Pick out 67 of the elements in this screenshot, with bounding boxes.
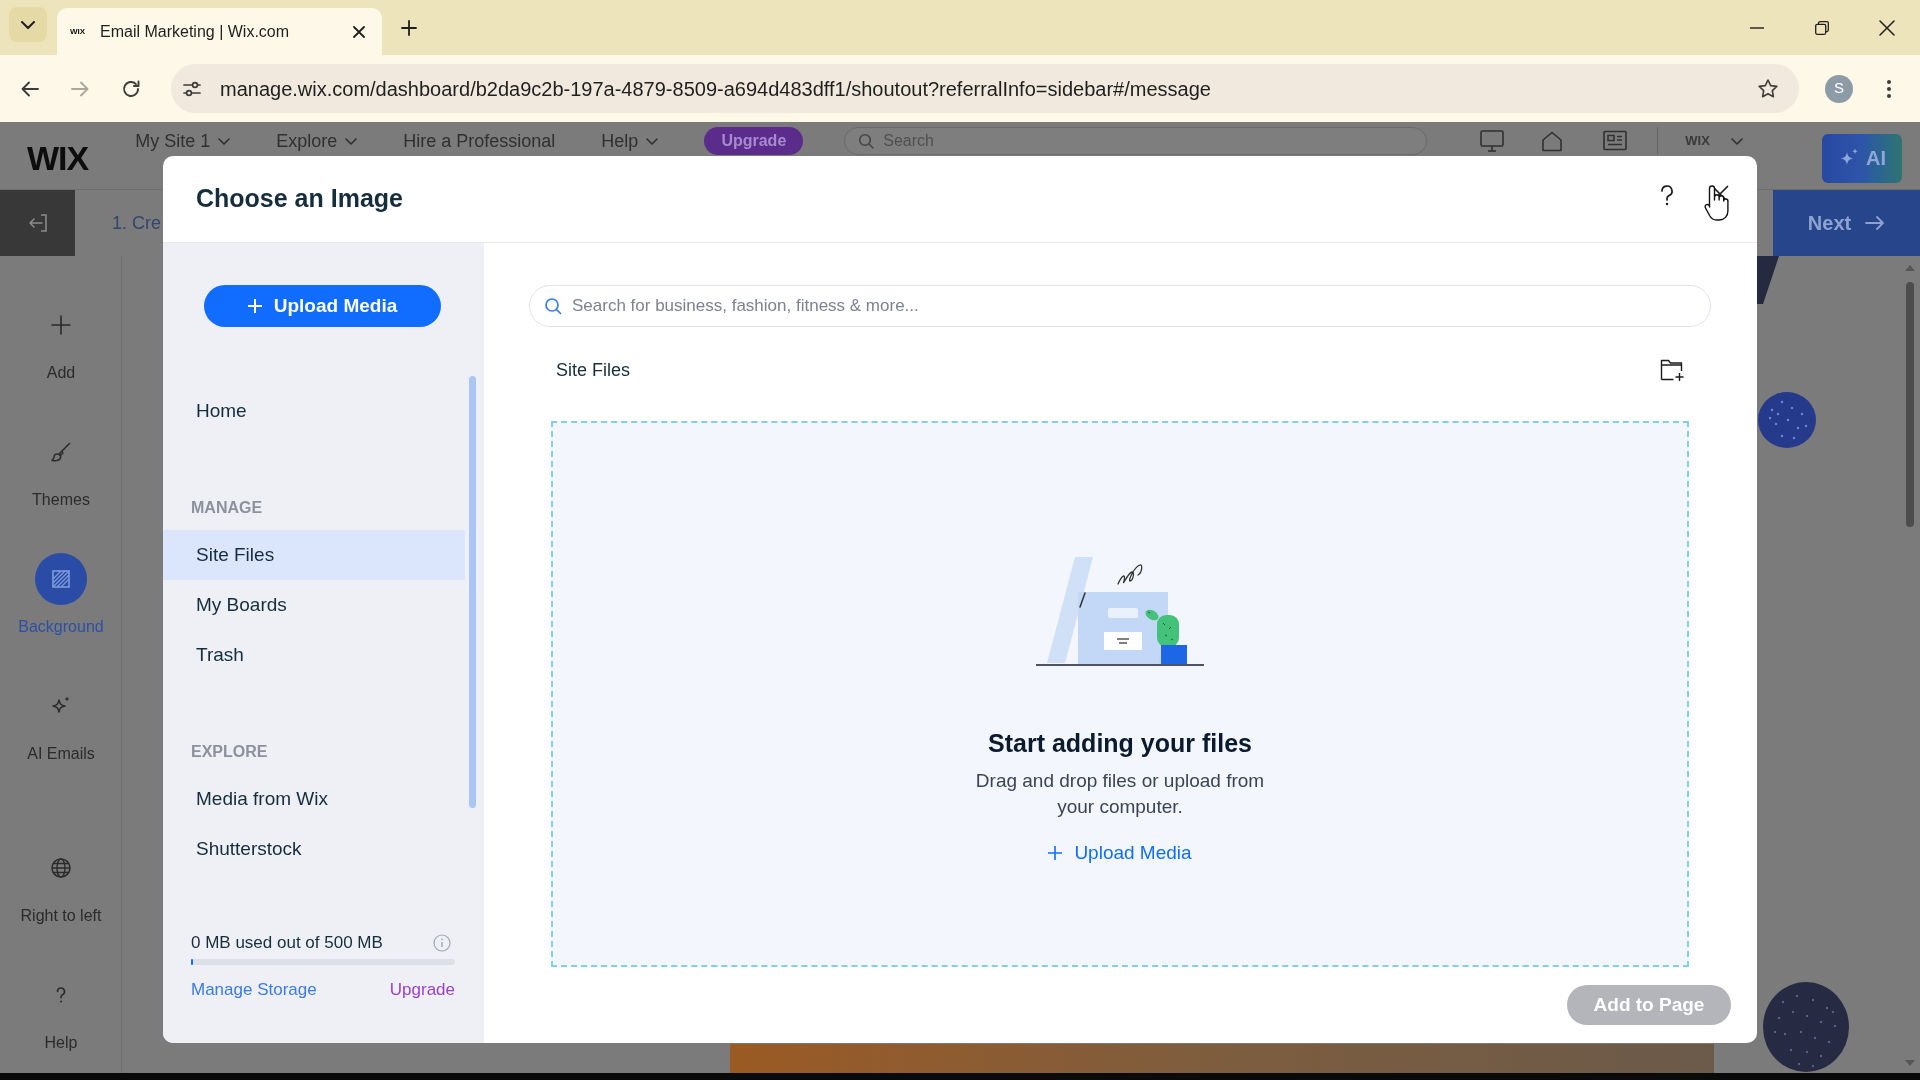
star-icon[interactable] [1757,77,1779,100]
dialog-title: Choose an Image [196,183,403,215]
sidebar-item[interactable]: Themes [0,426,122,510]
sidebar-item[interactable]: Background [0,553,122,637]
menu-item[interactable]: Hire a Professional [403,127,556,155]
section-heading: EXPLORE [190,742,269,762]
dotted-blob-shape [1758,392,1816,448]
account-switcher[interactable]: WIX [1685,127,1743,155]
layout-icon[interactable] [1603,130,1628,152]
ai-button[interactable]: AI [1822,133,1902,183]
wix-logo[interactable]: WIX [27,141,89,175]
kebab-menu-icon[interactable] [1887,79,1891,98]
tab-list-button[interactable] [9,7,47,42]
next-button[interactable]: Next [1773,190,1920,256]
reload-icon[interactable] [121,78,141,99]
sidebar-item[interactable]: Add [0,299,122,383]
plus-icon [1048,846,1063,860]
scrollbar-thumb[interactable] [1905,282,1914,527]
monitor-icon[interactable] [1480,130,1505,152]
address-bar[interactable]: manage.wix.com/dashboard/b2da9c2b-197a-4879-8509-a694d483dff1/shoutout?referralInfo=sidebar#/message [171,64,1799,113]
browser-tab[interactable]: WIX Email Marketing | Wix.com [57,8,382,55]
minimize-icon[interactable] [1750,26,1764,29]
empty-state-title: Start adding your files [988,728,1252,758]
drop-zone[interactable]: Start adding your files Drag and drop files or upload from your computer. Upload Media [551,421,1689,967]
upload-media-button[interactable]: Upload Media [204,285,441,327]
empty-state-description: Drag and drop files or upload from your computer. [974,769,1266,819]
nav-item[interactable]: Site Files [163,530,465,580]
nav-item[interactable]: Trash [163,630,465,680]
menu-item[interactable]: My Site 1 [135,127,231,155]
menu-item[interactable]: Explore [276,127,358,155]
brush-icon [49,440,73,464]
globe-icon [49,856,73,880]
sidebar-item[interactable]: AI Emails [0,680,122,764]
restore-icon[interactable] [1815,20,1829,35]
scrollbar-thumb[interactable] [469,376,476,808]
search-icon [858,133,875,149]
plus-icon [247,299,262,313]
close-icon[interactable] [353,25,365,38]
sidebar-item[interactable]: Help [0,969,122,1053]
chevron-down-icon [21,20,35,29]
section-heading: MANAGE [190,498,264,518]
upload-media-link[interactable]: Upload Media [1048,840,1192,866]
hand-cursor-icon [1704,184,1731,222]
close-icon[interactable] [1879,19,1895,36]
folder-title: Site Files [556,358,631,382]
menu-item[interactable]: Help [601,127,659,155]
nav-item[interactable]: Home [163,386,465,436]
wedge-shape [1757,256,1779,304]
nav-item[interactable]: Media from Wix [163,774,465,824]
plus-icon[interactable] [401,19,417,36]
house-icon[interactable] [1541,130,1564,152]
manage-storage-link[interactable]: Manage Storage [191,977,317,1003]
upgrade-link[interactable]: Upgrade [389,977,455,1003]
nav-item[interactable]: My Boards [163,580,465,630]
search-icon [544,297,562,315]
help-icon[interactable] [1659,184,1675,206]
sidebar-item[interactable]: Right to left [0,842,122,926]
site-favicon: WIX [70,27,87,36]
nav-item[interactable]: Shutterstock [163,824,465,874]
arrow-right-icon [1865,215,1886,231]
step-title: 1. Cre [112,211,162,235]
storage-usage: 0 MB used out of 500 MB [191,932,383,955]
upgrade-button[interactable]: Upgrade [704,127,804,155]
plus-icon [49,313,73,337]
chevron-down-icon [1730,137,1743,145]
new-folder-icon[interactable] [1660,358,1686,382]
profile-avatar[interactable]: S [1825,74,1853,103]
